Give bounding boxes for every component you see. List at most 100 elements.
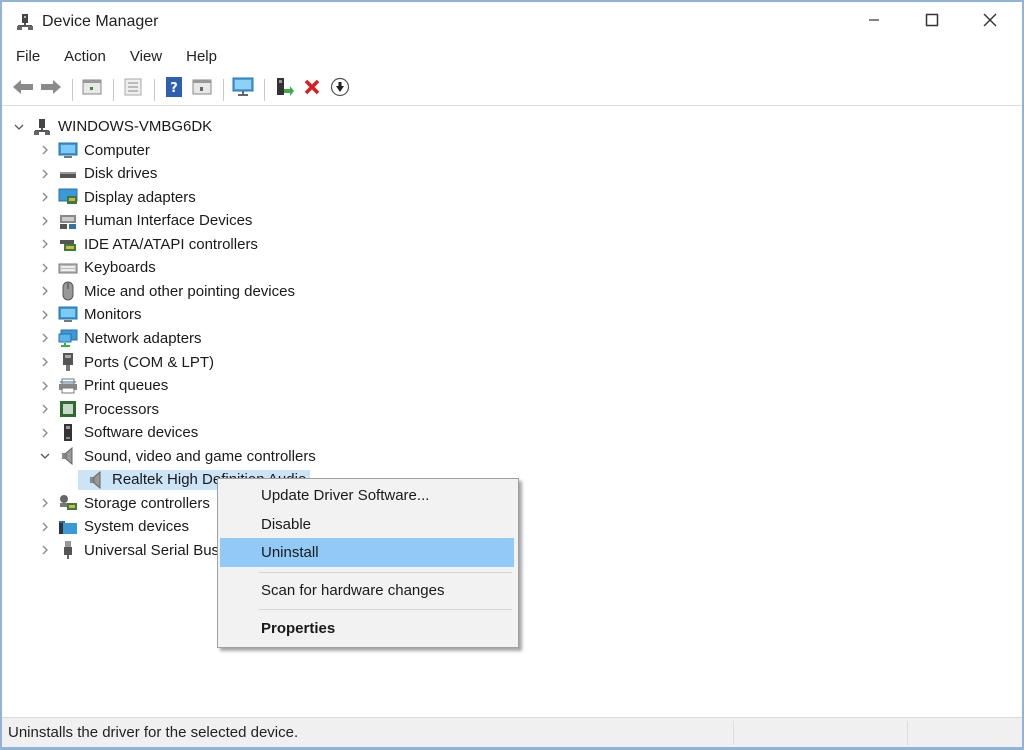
tree-node-content: Processors	[52, 400, 159, 418]
tree-node-label: Processors	[84, 400, 160, 418]
tree-category-node[interactable]: Ports (COM & LPT)	[38, 351, 214, 374]
show-action-pane-button[interactable]	[189, 77, 215, 103]
tree-category-node[interactable]: Sound, video and game controllers	[38, 445, 316, 468]
display-adapter-icon	[58, 188, 78, 206]
tree-node-content: Storage controllers	[52, 494, 210, 512]
tree-node-label: Monitors	[84, 306, 142, 324]
computer-network-icon	[32, 118, 52, 136]
device-manager-window: Device Manager File Action View Help ? W…	[0, 0, 1024, 750]
chevron-right-icon[interactable]	[38, 331, 52, 345]
chevron-right-icon[interactable]	[38, 237, 52, 251]
tree-category-node[interactable]: Monitors	[38, 303, 142, 326]
menu-item-disable[interactable]: Disable	[220, 510, 514, 539]
processor-icon	[58, 400, 78, 418]
chevron-right-icon[interactable]	[38, 520, 52, 534]
tree-node-label: Display adapters	[84, 188, 196, 206]
chevron-right-icon[interactable]	[38, 261, 52, 275]
maximize-icon	[925, 13, 939, 32]
menu-action[interactable]: Action	[50, 44, 116, 72]
tree-root-node[interactable]: WINDOWS-VMBG6DK	[12, 115, 212, 138]
menu-bar: File Action View Help	[2, 44, 227, 72]
chevron-right-icon[interactable]	[38, 284, 52, 298]
tree-category-node[interactable]: Disk drives	[38, 162, 157, 185]
menu-item-uninstall[interactable]: Uninstall	[220, 538, 514, 567]
menu-separator	[259, 572, 512, 573]
tree-node-label: WINDOWS-VMBG6DK	[58, 118, 213, 135]
chevron-right-icon[interactable]	[38, 308, 52, 322]
chevron-right-icon[interactable]	[38, 190, 52, 204]
tree-node-content: Monitors	[52, 306, 142, 324]
maximize-button[interactable]	[903, 2, 961, 42]
tree-category-node[interactable]: Mice and other pointing devices	[38, 280, 295, 303]
show-hide-console-tree-button[interactable]	[79, 77, 105, 103]
menu-item-scan-for-hardware-changes[interactable]: Scan for hardware changes	[220, 576, 514, 605]
forward-arrow-icon	[40, 79, 62, 100]
tree-category-node[interactable]: Display adapters	[38, 186, 196, 209]
tree-node-content: Ports (COM & LPT)	[52, 353, 214, 371]
tree-category-node[interactable]: Human Interface Devices	[38, 209, 252, 232]
chevron-right-icon[interactable]	[38, 543, 52, 557]
minimize-button[interactable]	[845, 2, 903, 42]
chevron-right-icon[interactable]	[38, 167, 52, 181]
tree-category-node[interactable]: Print queues	[38, 374, 168, 397]
uninstall-button[interactable]	[299, 77, 325, 103]
help-button[interactable]: ?	[161, 77, 187, 103]
chevron-right-icon[interactable]	[38, 143, 52, 157]
update-driver-button[interactable]	[271, 77, 297, 103]
tree-node-content: Print queues	[52, 377, 168, 395]
monitor-scan-icon	[232, 77, 254, 102]
chevron-down-icon[interactable]	[12, 120, 26, 134]
printer-icon	[58, 377, 78, 395]
console-tree-icon	[82, 79, 102, 100]
tree-node-label: Ports (COM & LPT)	[84, 353, 215, 371]
menu-help[interactable]: Help	[172, 44, 227, 72]
tree-category-node[interactable]: Keyboards	[38, 256, 156, 279]
tree-category-node[interactable]: IDE ATA/ATAPI controllers	[38, 233, 258, 256]
context-menu: Update Driver Software... Disable Uninst…	[217, 478, 519, 648]
window-title: Device Manager	[42, 13, 159, 30]
tree-category-node[interactable]: Software devices	[38, 421, 198, 444]
tree-category-node[interactable]: Processors	[38, 398, 159, 421]
menu-view[interactable]: View	[116, 44, 172, 72]
toolbar-separator	[113, 78, 114, 101]
menu-file[interactable]: File	[2, 44, 50, 72]
tree-category-node[interactable]: System devices	[38, 515, 189, 538]
speaker-icon	[86, 470, 106, 489]
tree-category-node[interactable]: Network adapters	[38, 327, 202, 350]
tree-node-label: Sound, video and game controllers	[84, 447, 316, 465]
status-text: Uninstalls the driver for the selected d…	[8, 724, 299, 741]
tree-node-label: Keyboards	[84, 259, 156, 277]
chevron-right-icon[interactable]	[38, 426, 52, 440]
menu-item-properties[interactable]: Properties	[220, 614, 514, 643]
properties-button[interactable]	[120, 77, 146, 103]
close-button[interactable]	[961, 2, 1019, 42]
toolbar-separator	[264, 78, 265, 101]
tree-node-content: Computer	[52, 141, 150, 159]
menu-item-update-driver-software[interactable]: Update Driver Software...	[220, 481, 514, 510]
tree-node-content: Display adapters	[52, 188, 196, 206]
tree-node-content: Sound, video and game controllers	[52, 447, 316, 466]
scan-hardware-button[interactable]	[230, 77, 256, 103]
tree-node-content: WINDOWS-VMBG6DK	[26, 118, 212, 136]
software-device-icon	[58, 423, 78, 442]
forward-button[interactable]	[38, 77, 64, 103]
chevron-right-icon[interactable]	[38, 496, 52, 510]
chevron-right-icon[interactable]	[38, 355, 52, 369]
chevron-down-icon[interactable]	[38, 449, 52, 463]
tree-node-label: Human Interface Devices	[84, 212, 253, 230]
tree-category-node[interactable]: Storage controllers	[38, 492, 210, 515]
tree-node-label: Network adapters	[84, 329, 202, 347]
chevron-right-icon[interactable]	[38, 214, 52, 228]
tree-category-node[interactable]: Computer	[38, 139, 150, 162]
tree-node-content: System devices	[52, 518, 189, 536]
disable-device-button[interactable]	[327, 77, 353, 103]
svg-text:?: ?	[170, 81, 178, 96]
chevron-right-icon[interactable]	[38, 379, 52, 393]
tree-node-label: IDE ATA/ATAPI controllers	[84, 235, 258, 253]
chevron-right-icon[interactable]	[38, 402, 52, 416]
down-arrow-circle-icon	[330, 77, 350, 102]
status-divider	[907, 721, 908, 745]
back-button[interactable]	[10, 77, 36, 103]
status-divider	[733, 721, 734, 745]
tree-node-content: Network adapters	[52, 329, 202, 347]
